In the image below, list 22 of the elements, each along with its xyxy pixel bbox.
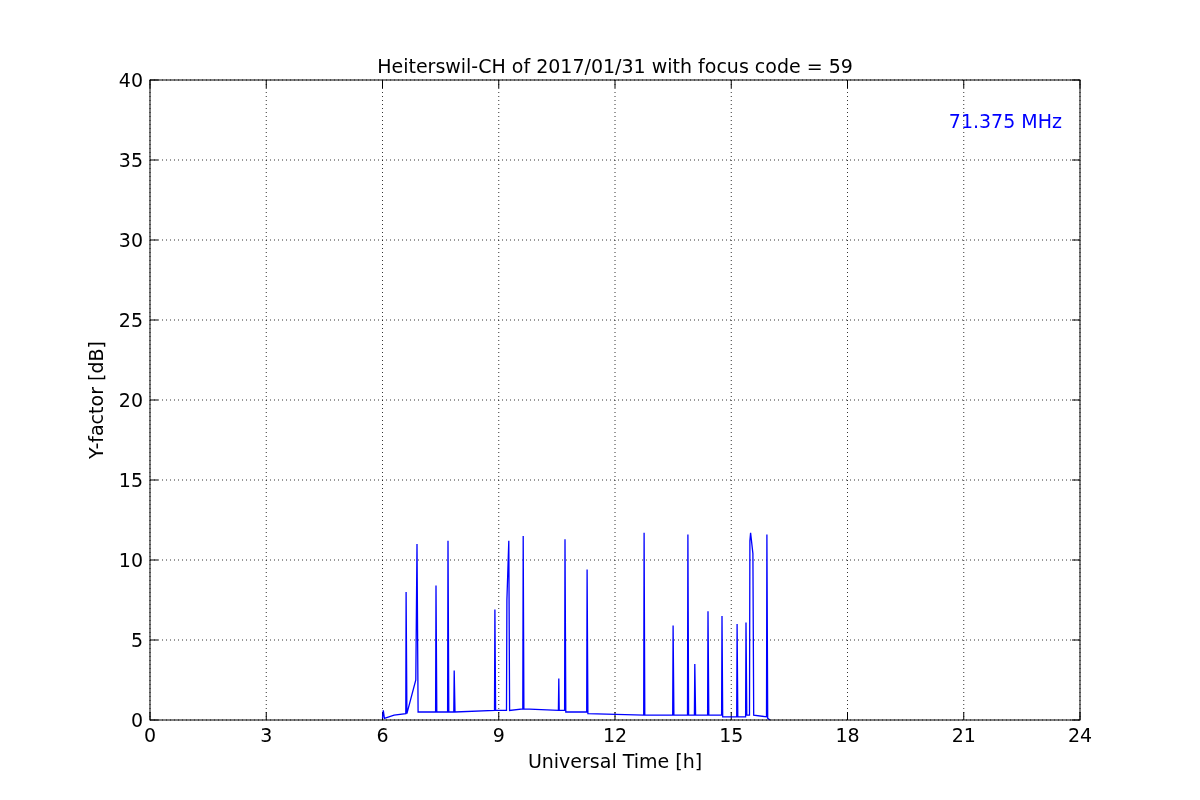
y-tick-label: 5 <box>130 629 143 651</box>
chart-title: Heiterswil-CH of 2017/01/31 with focus code = 59 <box>377 55 853 77</box>
y-tick-label: 25 <box>118 309 143 331</box>
y-tick-label: 15 <box>118 469 143 491</box>
x-axis-label: Universal Time [h] <box>527 750 703 772</box>
x-tick-label: 21 <box>951 724 976 746</box>
y-tick-label: 40 <box>118 69 143 91</box>
y-tick-label: 0 <box>130 709 143 731</box>
x-tick-label: 24 <box>1067 724 1093 746</box>
y-tick-label: 10 <box>118 549 143 571</box>
y-tick-label: 20 <box>118 389 143 411</box>
frequency-label: 71.375 MHz <box>948 110 1062 132</box>
y-tick-label: 30 <box>118 229 143 251</box>
y-tick-label: 35 <box>118 149 143 171</box>
x-tick-label: 6 <box>376 724 389 746</box>
y-axis-label: Y-factor [dB] <box>85 341 107 459</box>
x-tick-label: 12 <box>602 724 628 746</box>
x-tick-label: 3 <box>260 724 273 746</box>
x-tick-label: 15 <box>719 724 744 746</box>
x-tick-label: 9 <box>492 724 505 746</box>
x-tick-label: 18 <box>835 724 860 746</box>
x-tick-label: 0 <box>143 724 157 746</box>
